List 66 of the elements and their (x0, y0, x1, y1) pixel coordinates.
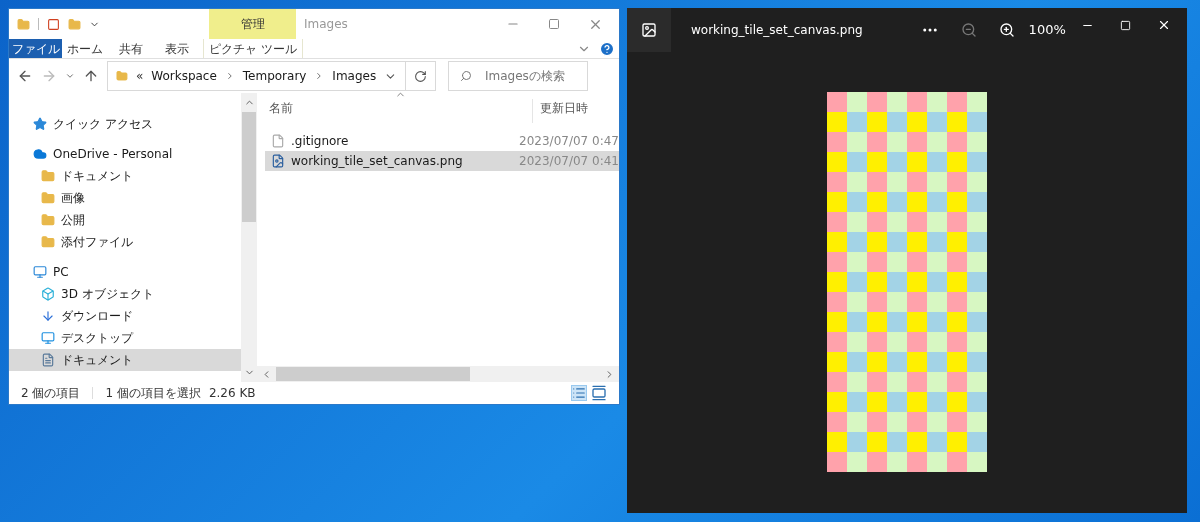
file-date: 2023/07/07 0:47 (519, 133, 619, 150)
nav-item[interactable]: ダウンロード (9, 305, 241, 327)
ribbon-tab[interactable]: 共有 (108, 39, 154, 58)
nav-item[interactable]: デスクトップ (9, 327, 241, 349)
nav-item[interactable]: 3D オブジェクト (9, 283, 241, 305)
file-name: working_tile_set_canvas.png (291, 153, 463, 170)
column-header[interactable]: 更新日時 (533, 99, 588, 123)
folder-icon[interactable] (68, 17, 81, 31)
nav-item[interactable]: 画像 (9, 187, 241, 209)
image-file-icon (271, 154, 285, 168)
folder-icon[interactable] (17, 17, 30, 31)
star-icon (33, 117, 47, 131)
file-icon (271, 134, 285, 148)
horizontal-scrollbar[interactable] (257, 366, 619, 382)
details-view-icon[interactable] (571, 385, 587, 401)
breadcrumb[interactable]: Workspace (151, 67, 217, 85)
breadcrumb[interactable]: Images (332, 67, 377, 85)
chevron-icon[interactable] (65, 71, 75, 81)
cube-icon (41, 287, 55, 301)
folder-icon (41, 191, 55, 205)
zoom-in-icon[interactable] (998, 22, 1015, 38)
file-row[interactable]: .gitignore 2023/07/07 0:47 (265, 131, 619, 151)
file-row[interactable]: working_tile_set_canvas.png 2023/07/07 0:41 (265, 151, 619, 171)
folder-icon (41, 169, 55, 183)
path-overflow[interactable]: « (135, 67, 144, 85)
file-name: .gitignore (291, 133, 349, 150)
folder-icon (41, 213, 55, 227)
ribbon-tab[interactable]: ファイル (9, 39, 62, 58)
address-bar[interactable]: « Workspace Temporary Images (107, 61, 436, 91)
close-icon[interactable] (1157, 18, 1171, 32)
zoom-out-icon[interactable] (960, 22, 977, 38)
cloud-icon (33, 147, 47, 161)
ribbon-tab[interactable]: 表示 (154, 39, 200, 58)
ribbon-tab[interactable]: ピクチャ ツール (203, 39, 303, 58)
photo-icon[interactable] (641, 22, 657, 38)
status-text: 2 個の項目 (21, 385, 81, 402)
ribbon-tab[interactable]: ホーム (62, 39, 108, 58)
contextual-tab-header: 管理 (209, 9, 296, 39)
zoom-level: 100% (1028, 21, 1066, 40)
status-text: 2.26 KB (208, 385, 256, 402)
document-icon (41, 353, 55, 367)
nav-item[interactable]: 公開 (9, 209, 241, 231)
window-title: Images (304, 16, 348, 33)
nav-item[interactable]: 添付ファイル (9, 231, 241, 253)
help-icon[interactable] (599, 40, 615, 57)
checkbox-icon[interactable] (47, 17, 60, 31)
status-text: 1 個の項目を選択 (105, 385, 201, 402)
search-field[interactable]: Imagesの検索 (448, 61, 588, 91)
folder-icon (116, 70, 128, 82)
nav-item[interactable]: PC (9, 261, 241, 283)
refresh-icon[interactable] (414, 69, 427, 83)
monitor-icon (41, 331, 55, 345)
computer-icon (33, 265, 47, 279)
nav-item[interactable]: クイック アクセス (9, 113, 241, 135)
scrollbar[interactable] (241, 93, 257, 382)
file-date: 2023/07/07 0:41 (519, 153, 619, 170)
forward-arrow-icon[interactable] (41, 68, 57, 84)
search-icon (460, 70, 472, 82)
viewer-title: working_tile_set_canvas.png (691, 22, 863, 39)
thumbnail-view-icon[interactable] (591, 385, 607, 401)
column-header[interactable]: 名前 (265, 99, 533, 123)
breadcrumb[interactable]: Temporary (242, 67, 307, 85)
nav-item[interactable]: ドキュメント (9, 349, 241, 371)
nav-item[interactable]: ドキュメント (9, 165, 241, 187)
folder-icon (41, 235, 55, 249)
nav-item[interactable]: OneDrive - Personal (9, 143, 241, 165)
